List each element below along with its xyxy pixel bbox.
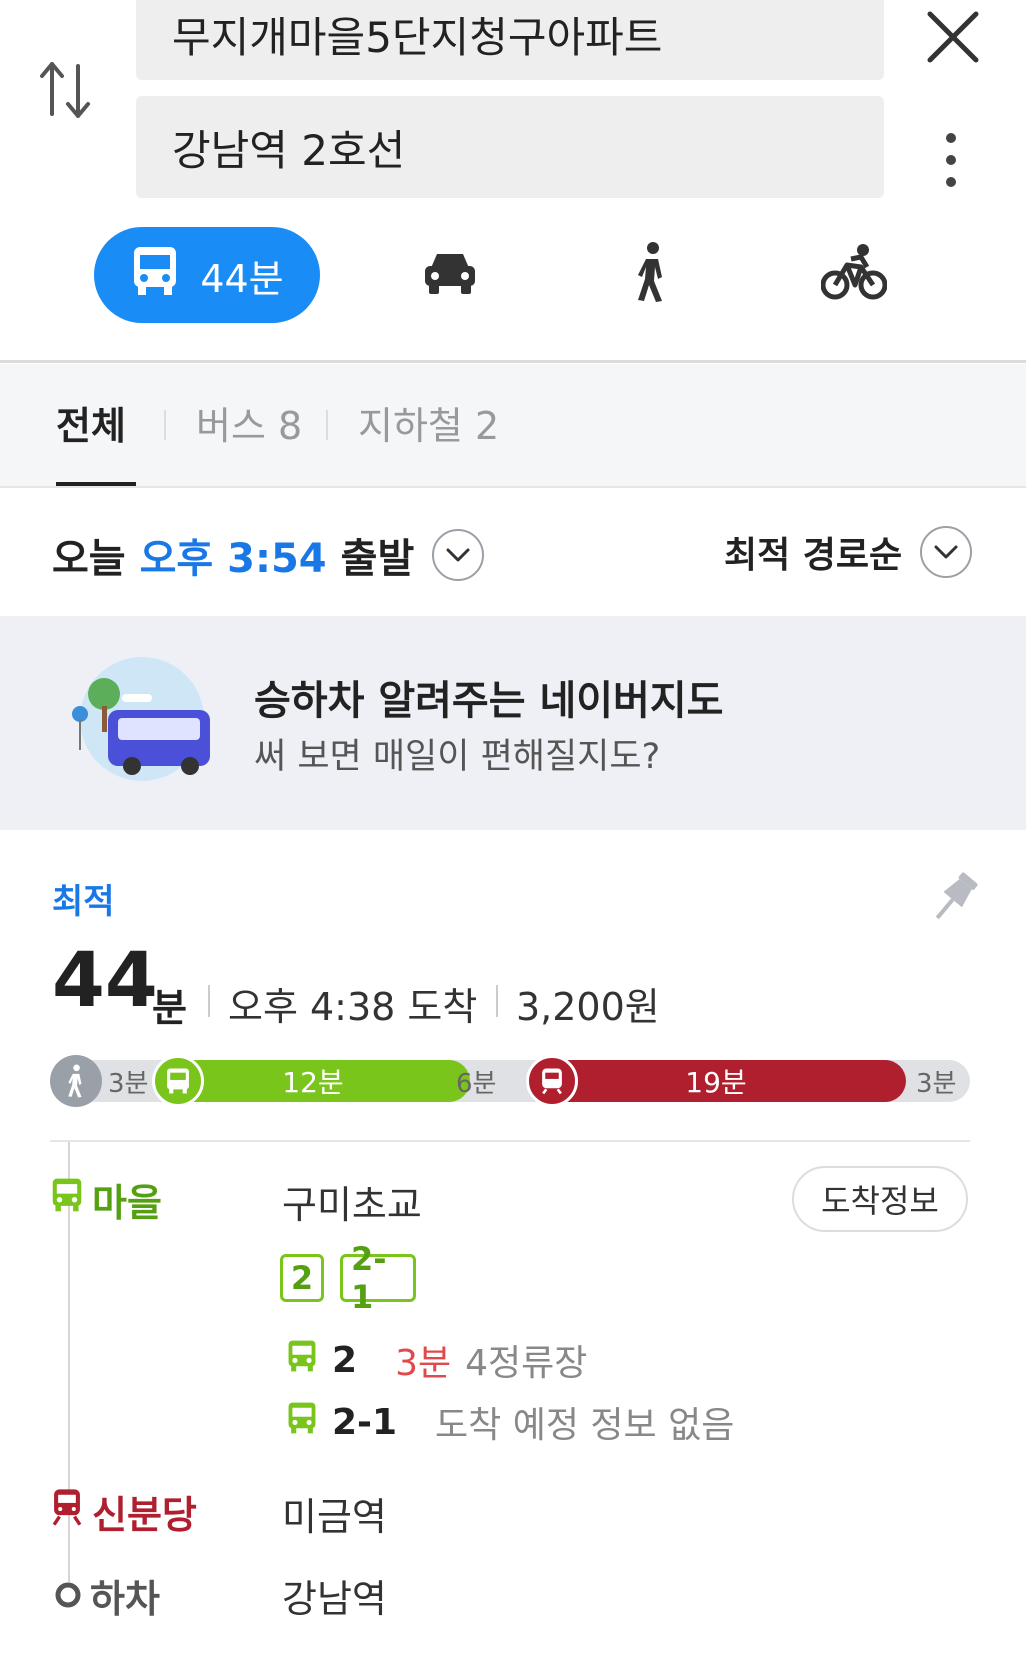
mode-car-button[interactable] xyxy=(410,234,490,314)
bus-arrival-row: 2 3분 4정류장 xyxy=(286,1334,587,1386)
chevron-down-icon[interactable] xyxy=(432,529,485,581)
more-vertical-icon[interactable] xyxy=(936,130,966,190)
mode-bicycle-button[interactable] xyxy=(814,234,894,314)
route-tag: 최적 xyxy=(52,882,115,922)
depart-time-selector[interactable]: 오늘 오후 3:54 출발 xyxy=(52,526,485,584)
bicycle-icon xyxy=(820,243,888,305)
bus-arrival-row: 2-1 도착 예정 정보 없음 xyxy=(286,1396,734,1448)
route-duration-unit: 분 xyxy=(152,986,187,1030)
segment-walk2: 3분 xyxy=(916,1068,957,1099)
bus-icon xyxy=(286,1339,318,1382)
stop-type-bus: 마을 xyxy=(50,1172,162,1227)
bus-arrival-number: 2-1 xyxy=(332,1401,398,1443)
bus-icon xyxy=(130,245,180,306)
depart-suffix: 출발 xyxy=(340,536,415,582)
route-duration: 44 xyxy=(52,935,158,1024)
walk-icon xyxy=(632,241,672,307)
stop-type-label: 신분당 xyxy=(92,1493,197,1537)
destination-input[interactable]: 강남역 2호선 xyxy=(136,96,884,198)
route-arrival: 오후 4:38 도착 xyxy=(228,985,478,1029)
stop-type-label: 마을 xyxy=(92,1181,162,1225)
segment-gap: 6분 xyxy=(456,1068,497,1099)
route-fare: 3,200원 xyxy=(516,985,660,1029)
bus-icon xyxy=(50,1176,84,1223)
sort-label: 최적 경로순 xyxy=(724,535,903,576)
tab-subway[interactable]: 지하철 2 xyxy=(358,395,499,450)
tab-all[interactable]: 전체 xyxy=(56,395,126,450)
sort-selector[interactable]: 최적 경로순 xyxy=(724,526,973,578)
tab-bar xyxy=(0,364,1026,486)
close-icon[interactable] xyxy=(924,8,982,66)
arrival-info-button[interactable]: 도착정보 xyxy=(792,1166,968,1232)
transit-time: 44분 xyxy=(200,256,284,301)
segment-walk1: 3분 xyxy=(108,1068,149,1099)
subway-icon xyxy=(526,1055,578,1107)
depart-day: 오늘 xyxy=(52,536,126,582)
stop-name: 강남역 xyxy=(282,1577,387,1621)
bus-illustration-icon xyxy=(62,654,222,784)
banner-subtitle: 써 보면 매일이 편해질지도? xyxy=(254,737,661,777)
divider xyxy=(0,486,1026,488)
walk-icon xyxy=(50,1055,102,1107)
divider xyxy=(50,1140,970,1142)
stop-type-subway: 신분당 xyxy=(50,1484,197,1539)
bus-arrival-detail: 도착 예정 정보 없음 xyxy=(435,1405,735,1446)
separator xyxy=(496,985,498,1017)
bus-number-badge[interactable]: 2 xyxy=(280,1254,324,1302)
origin-input[interactable]: 무지개마을5단지청구아파트 xyxy=(136,0,884,80)
banner-title: 승하차 알려주는 네이버지도 xyxy=(254,678,724,724)
route-segment-bar: 3분 12분 6분 19분 3분 xyxy=(50,1055,970,1107)
divider xyxy=(0,360,1026,363)
tab-separator xyxy=(326,410,328,440)
stop-type-label: 하차 xyxy=(90,1577,160,1621)
pin-icon[interactable] xyxy=(928,868,980,928)
bus-number-badge[interactable]: 2-1 xyxy=(340,1240,416,1316)
bus-icon xyxy=(152,1055,204,1107)
depart-time: 오후 3:54 xyxy=(139,536,327,582)
bus-arrival-detail: 4정류장 xyxy=(465,1343,588,1384)
tab-separator xyxy=(164,410,166,440)
bus-arrival-time: 3분 xyxy=(395,1343,452,1384)
bus-icon xyxy=(286,1401,318,1444)
swap-icon[interactable] xyxy=(38,56,98,126)
stop-name: 구미초교 xyxy=(282,1183,422,1227)
segment-subway: 19분 xyxy=(526,1060,906,1102)
separator xyxy=(208,985,210,1017)
tab-bus[interactable]: 버스 8 xyxy=(196,395,302,450)
mode-walk-button[interactable] xyxy=(612,234,692,314)
bus-arrival-number: 2 xyxy=(332,1339,358,1381)
chevron-down-icon[interactable] xyxy=(920,526,973,578)
car-icon xyxy=(421,248,479,300)
segment-bus-time: 12분 xyxy=(282,1066,344,1099)
segment-subway-time: 19분 xyxy=(685,1066,747,1099)
mode-transit-button[interactable]: 44분 xyxy=(94,227,320,323)
subway-icon xyxy=(50,1487,84,1536)
stop-type-alight: 하차 xyxy=(54,1568,160,1623)
stop-name: 미금역 xyxy=(282,1495,387,1539)
alight-circle-icon xyxy=(54,1574,82,1618)
